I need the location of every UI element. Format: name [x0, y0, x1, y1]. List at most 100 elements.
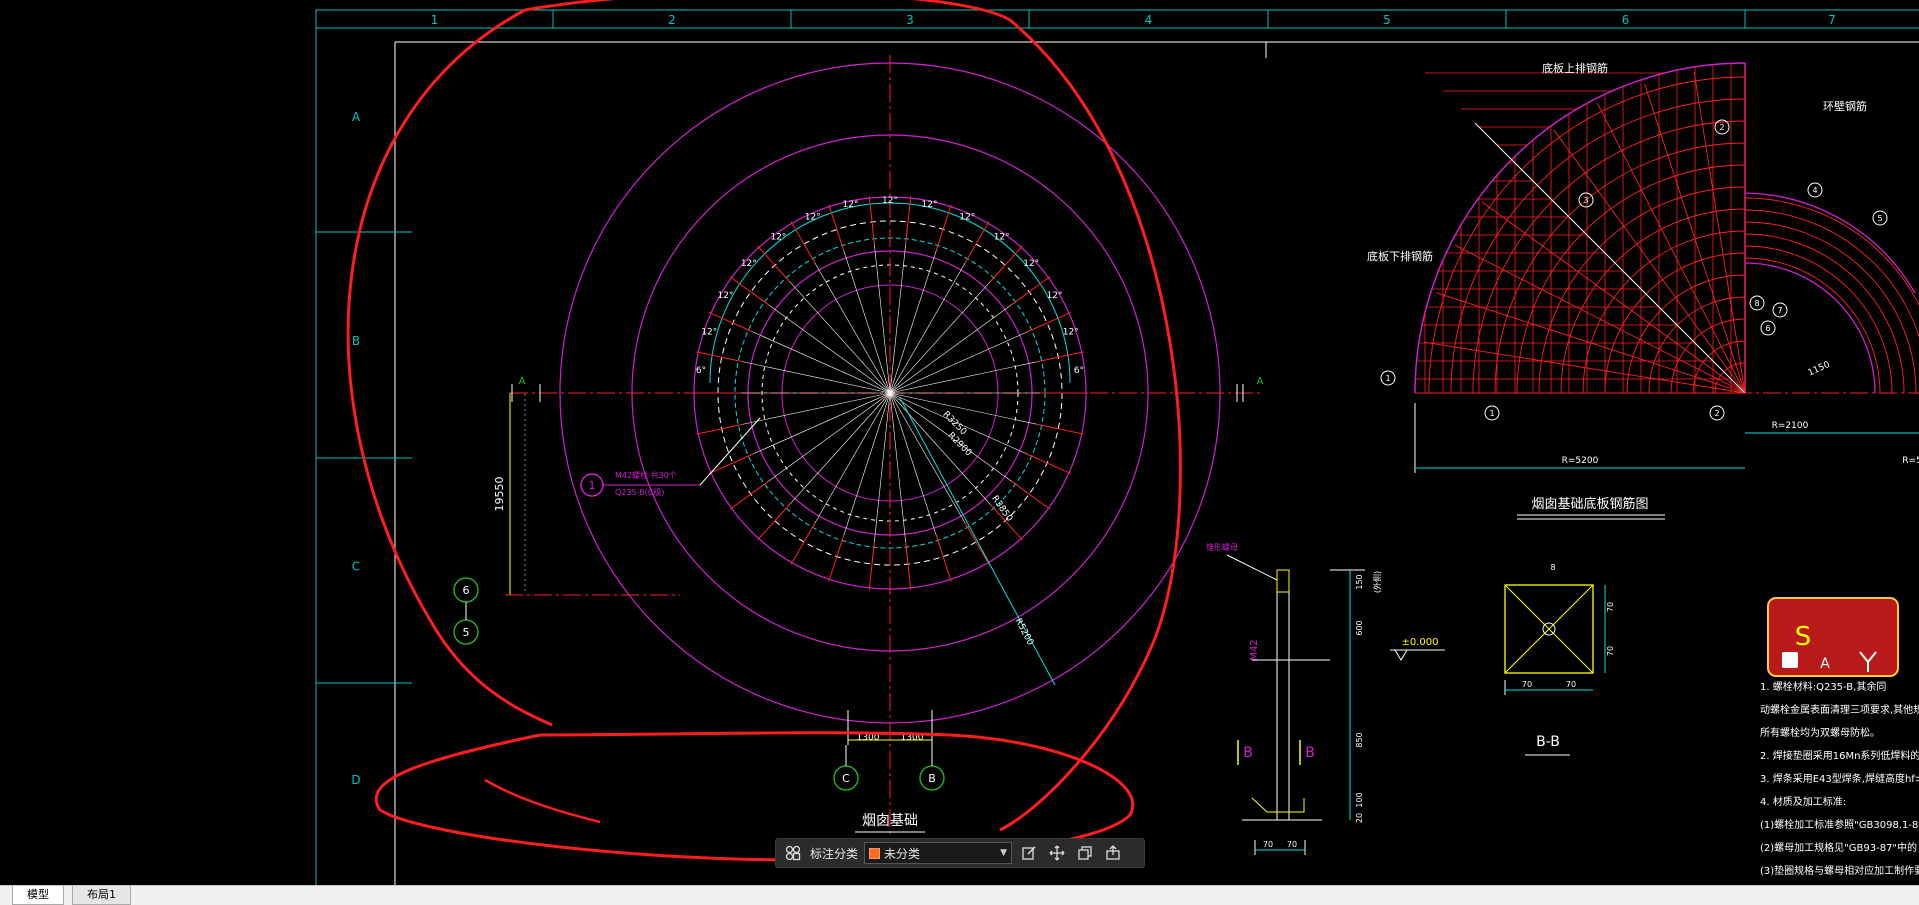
angle-label: 12° [701, 327, 717, 337]
angle-label: 12° [770, 232, 786, 242]
category-color-swatch [869, 847, 881, 859]
callout-number: 1 [589, 479, 596, 492]
radial-bolt-line [889, 231, 943, 394]
rebar-radial-tick [1026, 453, 1072, 474]
category-selected-value: 未分类 [884, 846, 921, 861]
note-line: 3. 焊条采用E43型焊条,焊缝高度hf>3mm [1760, 772, 1919, 785]
angle-label: 12° [1063, 327, 1079, 337]
angle-label: 12° [805, 212, 821, 222]
bolt-dim-100: 100 [1355, 792, 1364, 807]
bolt-base-dim-r: 70 [1287, 840, 1297, 849]
grid-column-label-6: 6 [1622, 13, 1630, 27]
rebar-mark-label: 1 [1385, 374, 1390, 383]
radial-bolt-line [889, 245, 976, 394]
wall-ring [1744, 209, 1919, 338]
bolt-dim-850: 850 [1355, 732, 1364, 747]
radial-bolt-line [804, 245, 891, 394]
grid-column-label-3: 3 [906, 13, 914, 27]
tab-model[interactable]: 模型 [12, 886, 64, 905]
rebar-mark-label: 8 [1754, 299, 1759, 308]
rebar-title: 烟囱基础底板钢筋图 [1531, 496, 1648, 512]
grid-row-label-D: D [351, 773, 360, 787]
axis-label-5: 5 [463, 626, 470, 639]
angle-label: 12° [1047, 291, 1063, 301]
rebar-radial-tick [1036, 351, 1084, 363]
badge-shirt-icon [1782, 652, 1798, 668]
rebar-dim-R-cut: R=5 [1902, 456, 1919, 466]
rebar-radial-tick [708, 453, 754, 474]
annotation-category-select[interactable]: 未分类 ▼ [864, 842, 1013, 864]
angle-label: 12° [843, 200, 859, 210]
annotation-toolbar: 标注分类 未分类 ▼ [775, 838, 1145, 868]
rebar-diagonal [1474, 122, 1746, 394]
rebar-radial-tick [757, 504, 791, 541]
rebar-mark-label: 2 [1719, 123, 1724, 132]
copy-icon[interactable] [1074, 842, 1096, 864]
rebar-mark-label: 6 [1765, 324, 1770, 333]
rebar-dim-R5200-text: R=5200 [1562, 456, 1599, 466]
rebar-radial-tick [964, 522, 990, 565]
grid-column-label-5: 5 [1383, 13, 1391, 27]
rebar-radial-tick [868, 542, 875, 590]
rebar-radial-tick [1011, 480, 1051, 510]
radial-bolt-line [889, 292, 1028, 394]
dim-vertical-text: 19550 [493, 477, 506, 512]
rebar-mark-label: 3 [1583, 196, 1588, 205]
rebar-radial [1423, 341, 1746, 394]
bolt-label-top: 锥形螺母 [1206, 542, 1238, 552]
note-line: 1. 螺栓材料:Q235-B,其余同 [1760, 680, 1886, 693]
plan-title: 烟囱基础 [862, 812, 918, 829]
bb-title: B-B [1536, 734, 1560, 750]
grid-column-label-2: 2 [668, 13, 676, 27]
bolt-dim-20: 20 [1355, 813, 1364, 823]
radial-bolt-line [889, 392, 909, 563]
rebar-radial [1553, 129, 1746, 394]
edit-icon[interactable] [1018, 842, 1040, 864]
rebar-mark-label: 5 [1877, 214, 1882, 223]
angle-label: 12° [717, 291, 733, 301]
rebar-radial-tick [989, 245, 1023, 282]
section-label-right: A [1257, 376, 1264, 387]
bb-dim-3: 70 [1606, 602, 1615, 612]
radial-bolt-line [734, 323, 891, 394]
rebar-radial-tick [696, 351, 744, 363]
elev-marker-icon [1394, 649, 1408, 661]
radial-bolt-line [804, 392, 891, 541]
angle-label: 12° [1023, 259, 1039, 269]
radial-bolt-line [889, 392, 943, 555]
rebar-radial-tick [696, 423, 744, 435]
bolt-side-label: (外侧) [1372, 571, 1382, 593]
wall-arc-outer [1744, 192, 1916, 294]
move-icon[interactable] [1046, 842, 1068, 864]
radial-bolt-line [889, 323, 1046, 394]
callout-leader-diag [699, 417, 761, 486]
section-b-right: B [1305, 745, 1315, 761]
rebar-mark-label: 7 [1777, 306, 1782, 315]
callout-text-2: Q235-B(C级) [615, 487, 664, 497]
rebar-radial-tick [729, 480, 769, 510]
note-line: 4. 材质及加工标准: [1760, 795, 1846, 808]
note-line: (2)螺母加工规格见"GB93-87"中的 [1760, 841, 1917, 854]
radial-bolt-line [837, 392, 891, 555]
rebar-radial-tick [828, 535, 845, 582]
grid-row-label-A: A [352, 110, 361, 124]
cad-drawing-canvas[interactable]: 1 2 3 4 5 6 7ABCD6°12°12°12°12°12°12° 12° 12°12°… [0, 0, 1919, 885]
radial-bolt-line [871, 223, 891, 394]
rebar-radial [1455, 245, 1746, 394]
angle-label: 12° [882, 196, 898, 206]
rebar-radial-tick [964, 221, 990, 264]
tab-layout1[interactable]: 布局1 [72, 886, 131, 905]
bolt-dim-150: 150 [1355, 574, 1364, 589]
rebar-detail-group: R=5200 R=2100 R=5 1150 底板上排钢筋环壁钢筋底板下排钢筋 1 1 2 2 3… [1367, 61, 1919, 520]
export-icon[interactable] [1102, 842, 1124, 864]
annotation-circle-stroke [346, 8, 553, 727]
radial-bolt-line [752, 392, 891, 494]
section-b-left: B [1243, 745, 1253, 761]
note-line: 所有螺栓均为双螺母防松。 [1760, 726, 1880, 739]
bolt-leader [1226, 554, 1278, 581]
bb-weld-label: 8 [1550, 563, 1555, 572]
annotation-group-icon[interactable] [782, 842, 804, 864]
badge-letter-a: A [1820, 656, 1830, 672]
angle-label: 12° [994, 232, 1010, 242]
axis-label-6: 6 [463, 584, 470, 597]
